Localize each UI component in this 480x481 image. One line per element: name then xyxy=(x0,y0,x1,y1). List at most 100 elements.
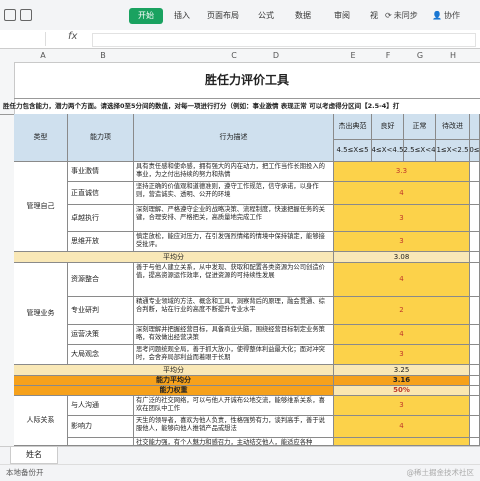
empty-cell[interactable] xyxy=(470,396,480,416)
behavior-cell[interactable]: 具有责任感和使命感，拥有强大的内在动力，把工作当作长期投入的事业，为之付出持续的… xyxy=(134,162,334,182)
fx-icon[interactable]: fx xyxy=(68,31,77,42)
header-range[interactable]: 0≤ xyxy=(470,140,480,162)
empty-cell[interactable] xyxy=(470,438,480,446)
ability-cell[interactable]: 资源整合 xyxy=(68,263,134,297)
ability-cell[interactable]: 影响力 xyxy=(68,416,134,438)
score-cell[interactable]: 3 xyxy=(334,345,470,365)
subtotal-value[interactable]: 3.08 xyxy=(334,252,470,263)
watermark: @稀土掘金技术社区 xyxy=(406,468,475,477)
ability-weight-label[interactable]: 能力权重 xyxy=(14,386,334,396)
ability-cell[interactable]: 正直诚信 xyxy=(68,182,134,205)
collab-button[interactable]: 👤 协作 xyxy=(432,8,460,24)
ability-cell[interactable]: 事业激情 xyxy=(68,162,134,182)
tab-page-layout[interactable]: 页面布局 xyxy=(207,8,239,24)
tab-home[interactable]: 开始 xyxy=(129,8,163,24)
name-box[interactable] xyxy=(2,32,46,46)
empty-cell[interactable] xyxy=(470,416,480,438)
score-cell[interactable]: 3.3 xyxy=(334,162,470,182)
subtotal-label[interactable]: 平均分 xyxy=(14,365,334,376)
ability-cell[interactable]: 与人沟通 xyxy=(68,396,134,416)
spreadsheet-grid[interactable]: 胜任力评价工具 胜任力包含能力，潜力两个方面。请选择0至5分间的数值，对每一项进… xyxy=(0,62,480,446)
cloud-sync-icon: ⟳ xyxy=(385,11,392,20)
ability-cell[interactable]: 思维开放 xyxy=(68,232,134,252)
header-range[interactable]: 4.5≤X≤5 xyxy=(334,140,372,162)
sheet-instructions[interactable]: 胜任力包含能力，潜力两个方面。请选择0至5分间的数值，对每一项进行打分（例如：事… xyxy=(0,98,480,115)
empty-cell[interactable] xyxy=(470,297,480,325)
category-cell[interactable]: 人际关系 xyxy=(14,396,68,446)
behavior-cell[interactable]: 天生的领导者，喜欢为他人负责，性格强势有力，谈判高手，善于说服他人，能够向他人推… xyxy=(134,416,334,438)
header-level-good[interactable]: 良好 xyxy=(372,114,404,140)
empty-cell[interactable] xyxy=(470,345,480,365)
category-cell[interactable]: 管理自己 xyxy=(14,162,68,252)
header-level-improve[interactable]: 待改进 xyxy=(436,114,470,140)
empty-cell[interactable] xyxy=(470,182,480,205)
col-header[interactable]: D xyxy=(218,49,334,62)
menu-icon[interactable] xyxy=(4,9,16,21)
header-type[interactable]: 类型 xyxy=(14,114,68,162)
behavior-cell[interactable]: 坚持正确的价值观和道德准则，遵守工作规范，信守承诺，以身作则，营造诚实、透明、公… xyxy=(134,182,334,205)
empty-cell[interactable] xyxy=(470,386,480,396)
sheet-tab[interactable]: 姓名 xyxy=(10,447,58,464)
empty-cell[interactable] xyxy=(470,263,480,297)
ability-cell[interactable]: 大局观念 xyxy=(68,345,134,365)
header-level-excellent[interactable]: 杰出典范 xyxy=(334,114,372,140)
col-header[interactable]: G xyxy=(404,49,436,62)
score-cell[interactable]: 2 xyxy=(334,297,470,325)
header-level-normal[interactable]: 正常 xyxy=(404,114,436,140)
ability-weight-value[interactable]: 50% xyxy=(334,386,470,396)
empty-cell[interactable] xyxy=(470,232,480,252)
sheet-title[interactable]: 胜任力评价工具 xyxy=(14,62,480,99)
ability-cell[interactable] xyxy=(68,438,134,446)
behavior-cell[interactable]: 社交能力强，有个人魅力和感召力，主动结交他人，能适应各种 xyxy=(134,438,334,446)
header-range[interactable]: 2.5≤X<4 xyxy=(404,140,436,162)
ability-average-value[interactable]: 3.16 xyxy=(334,376,470,386)
subtotal-label[interactable]: 平均分 xyxy=(14,252,334,263)
behavior-cell[interactable]: 深刻理解、严格遵守企业的战略决策、流程制度，快速把握任务的关键，合理安排、严格把… xyxy=(134,205,334,232)
ability-cell[interactable]: 运营决策 xyxy=(68,325,134,345)
header-level-extra[interactable] xyxy=(470,114,480,140)
tab-formulas[interactable]: 公式 xyxy=(258,8,274,24)
behavior-cell[interactable]: 思考问题统观全局，善于抓大放小，使得整体利益最大化；面对冲突时，会舍弃局部利益而… xyxy=(134,345,334,365)
col-header[interactable]: H xyxy=(436,49,470,62)
header-behavior[interactable]: 行为描述 xyxy=(134,114,334,162)
tab-review[interactable]: 审阅 xyxy=(334,8,350,24)
empty-cell[interactable] xyxy=(470,252,480,263)
score-cell[interactable]: 3 xyxy=(334,396,470,416)
ability-cell[interactable]: 卓越执行 xyxy=(68,205,134,232)
col-header[interactable]: A xyxy=(14,49,72,62)
score-cell[interactable]: 4 xyxy=(334,182,470,205)
category-cell[interactable]: 管理业务 xyxy=(14,263,68,365)
backup-status[interactable]: 本地备份开 xyxy=(6,465,44,481)
header-range[interactable]: 1≤X<2.5 xyxy=(436,140,470,162)
score-cell[interactable] xyxy=(334,438,470,446)
header-range[interactable]: 4≤X<4.5 xyxy=(372,140,404,162)
header-ability[interactable]: 能力项 xyxy=(68,114,134,162)
score-cell[interactable]: 4 xyxy=(334,416,470,438)
score-cell[interactable]: 3 xyxy=(334,205,470,232)
tab-view[interactable]: 视 xyxy=(370,8,378,24)
ability-average-label[interactable]: 能力平均分 xyxy=(14,376,334,386)
save-icon[interactable] xyxy=(20,9,32,21)
ability-cell[interactable]: 专业研判 xyxy=(68,297,134,325)
behavior-cell[interactable]: 精通专业领域的方法、概念和工具，洞察背后的原理，融会贯通、综合判断，站在行业的高… xyxy=(134,297,334,325)
tab-data[interactable]: 数据 xyxy=(295,8,311,24)
score-cell[interactable]: 4 xyxy=(334,263,470,297)
sync-status[interactable]: ⟳ 未同步 xyxy=(385,8,418,24)
empty-cell[interactable] xyxy=(470,205,480,232)
score-cell[interactable]: 3 xyxy=(334,232,470,252)
empty-cell[interactable] xyxy=(470,365,480,376)
behavior-cell[interactable]: 深刻理解并把握经营目标，具备商业头脑，围绕经营目标制定业务策略，有效做出经营决策 xyxy=(134,325,334,345)
empty-cell[interactable] xyxy=(470,376,480,386)
col-header[interactable]: F xyxy=(372,49,404,62)
tab-insert[interactable]: 插入 xyxy=(174,8,190,24)
behavior-cell[interactable]: 善于与他人建立关系，从中发现、获取和配置各类资源为公司创造价值，提高资源运作效率… xyxy=(134,263,334,297)
behavior-cell[interactable]: 慎定放松，能应对压力，在引发强烈情绪的情境中保持镇定，能够接受批评。 xyxy=(134,232,334,252)
behavior-cell[interactable]: 有广泛的社交网络，可以与他人开诚布公地交流，能够维系关系，喜欢在团队中工作 xyxy=(134,396,334,416)
formula-input[interactable] xyxy=(92,33,476,47)
empty-cell[interactable] xyxy=(470,162,480,182)
score-cell[interactable]: 4 xyxy=(334,325,470,345)
subtotal-value[interactable]: 3.25 xyxy=(334,365,470,376)
col-header[interactable]: E xyxy=(334,49,372,62)
col-header[interactable]: B xyxy=(72,49,134,62)
empty-cell[interactable] xyxy=(470,325,480,345)
